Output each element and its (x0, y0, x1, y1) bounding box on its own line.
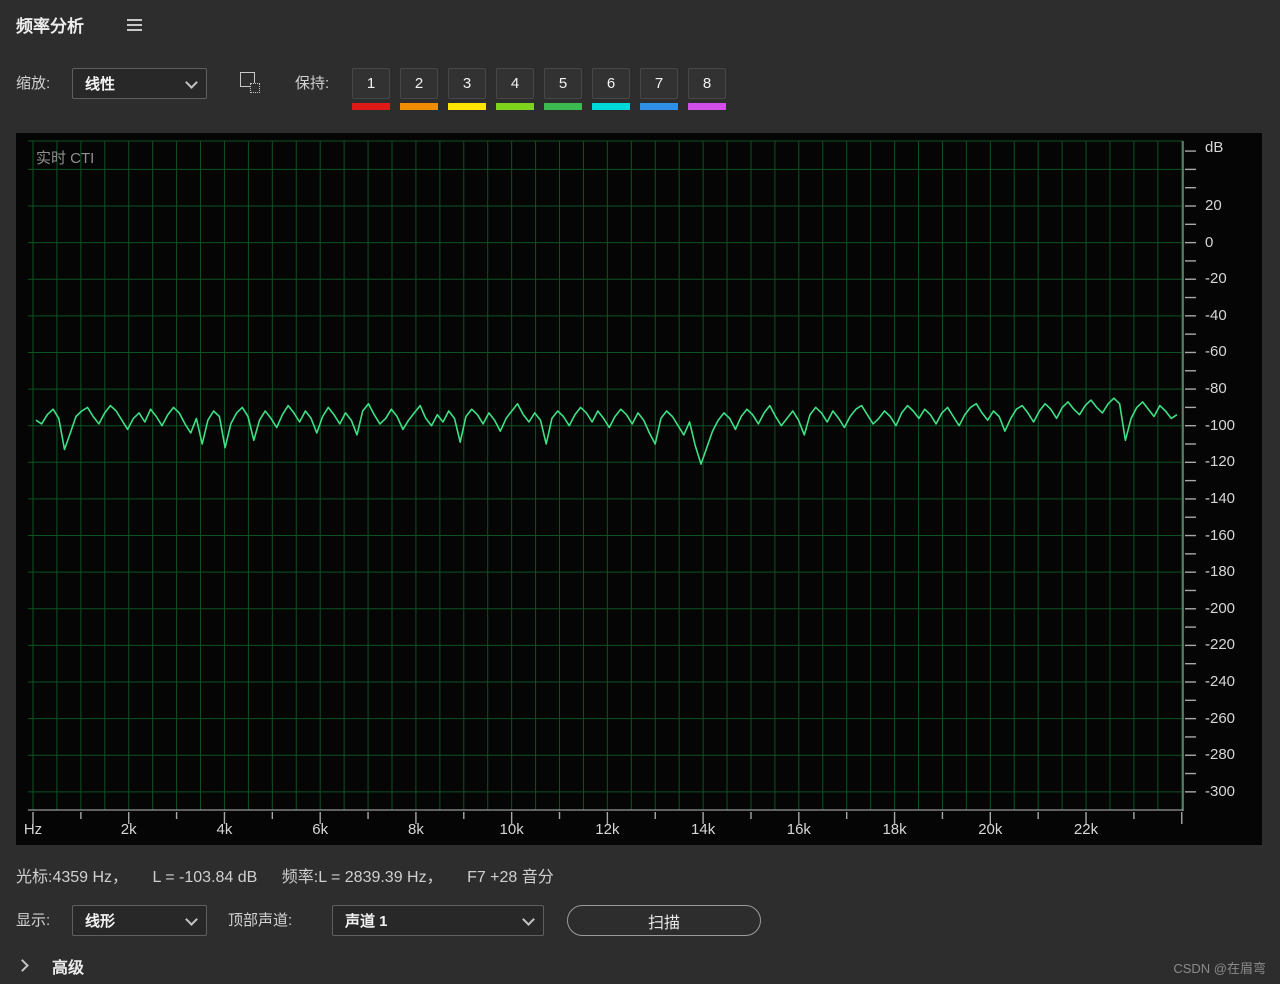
top-channel-label: 顶部声道: (228, 912, 293, 929)
spectrum-chart-svg[interactable] (16, 133, 1262, 845)
y-axis-label: dB (1205, 139, 1224, 156)
x-axis-label: 20k (978, 821, 1003, 838)
frequency-chart[interactable]: 实时 CTI dB 20 0 -20 -40 -60 -80 -100 -120 -140 -160… (16, 133, 1262, 845)
x-axis-label: 4k (216, 821, 233, 838)
scale-label: 缩放: (16, 75, 51, 92)
display-label: 显示: (16, 912, 51, 929)
y-axis-label: -180 (1205, 563, 1236, 581)
frequency-analysis-panel: 频率分析 缩放: 线性 保持: 1 2 3 4 5 6 7 8 实时 CTI d… (0, 0, 1280, 984)
y-axis-label: -40 (1205, 306, 1227, 324)
y-axis-label: -20 (1205, 270, 1227, 288)
scan-button-label: 扫描 (647, 914, 680, 932)
y-axis-label: -160 (1205, 526, 1236, 544)
scan-button[interactable]: 扫描 (567, 905, 761, 936)
hold-button-3[interactable]: 3 (448, 68, 486, 99)
frequency-readout: 频率:L = 2839.39 Hz， (281, 869, 443, 886)
hold-color-bar-5 (544, 103, 582, 110)
spectrum-trace (35, 397, 1178, 465)
y-axis-label: -280 (1205, 746, 1236, 764)
x-axis-label: 2k (120, 821, 137, 838)
top-channel-select-value: 声道 1 (345, 913, 388, 930)
chevron-right-icon (16, 959, 29, 972)
y-axis-label: 0 (1205, 233, 1214, 251)
page-title: 频率分析 (16, 17, 84, 36)
hold-color-bar-3 (448, 103, 486, 110)
hold-button-6[interactable]: 6 (592, 68, 630, 99)
chevron-down-icon (522, 912, 535, 926)
hold-button-8[interactable]: 8 (688, 68, 726, 99)
pitch-readout: F7 +28 音分 (467, 869, 554, 886)
hold-color-bar-2 (400, 103, 438, 110)
x-axis-label: Hz (23, 821, 43, 838)
display-select-value: 线形 (85, 913, 116, 930)
y-axis-label: -100 (1205, 416, 1236, 434)
hold-color-bar-4 (496, 103, 534, 110)
y-axis-label: -300 (1205, 782, 1236, 800)
realtime-cti-label: 实时 CTI (36, 150, 95, 167)
watermark: CSDN @在眉弯 (1173, 961, 1266, 976)
y-axis-label: 20 (1205, 197, 1222, 214)
chevron-down-icon (185, 912, 198, 926)
hold-button-4[interactable]: 4 (496, 68, 534, 99)
hold-color-bar-6 (592, 103, 630, 110)
hold-color-bar-8 (688, 103, 726, 110)
y-axis-label: -260 (1205, 709, 1236, 727)
cursor-readout: 光标:4359 Hz， (16, 869, 129, 886)
status-line: 光标:4359 Hz， L = -103.84 dB 频率:L = 2839.3… (16, 866, 574, 890)
level-readout: L = -103.84 dB (152, 869, 258, 886)
x-axis-label: 6k (312, 821, 329, 838)
y-axis-label: -200 (1205, 599, 1236, 617)
panel-menu-icon[interactable] (127, 19, 142, 31)
toolbar: 缩放: 线性 保持: 1 2 3 4 5 6 7 8 (0, 68, 1280, 112)
hold-color-bar-7 (640, 103, 678, 110)
x-axis-label: 10k (499, 821, 524, 838)
advanced-toggle[interactable]: 高级 (0, 952, 400, 980)
snapshot-icon[interactable] (238, 71, 262, 95)
x-axis-label: 12k (595, 821, 620, 838)
hold-color-bar-1 (352, 103, 390, 110)
top-channel-select[interactable]: 声道 1 (332, 905, 544, 936)
advanced-label: 高级 (52, 960, 85, 977)
y-axis-label: -240 (1205, 673, 1236, 690)
hold-label: 保持: (295, 75, 330, 92)
scale-select[interactable]: 线性 (72, 68, 207, 99)
y-axis-label: -120 (1205, 453, 1236, 471)
hold-button-1[interactable]: 1 (352, 68, 390, 99)
x-axis-label: 14k (691, 821, 716, 838)
snapshot-icon-front (250, 83, 260, 93)
x-axis-label: 8k (407, 821, 424, 838)
display-select[interactable]: 线形 (72, 905, 207, 936)
chevron-down-icon (185, 75, 198, 89)
x-axis-label: 16k (786, 821, 811, 838)
y-axis-label: -60 (1205, 343, 1227, 361)
x-axis-label: 22k (1073, 821, 1099, 838)
y-axis-label: -80 (1205, 380, 1227, 398)
hold-button-7[interactable]: 7 (640, 68, 678, 99)
x-axis-label: 18k (882, 821, 907, 838)
scale-select-value: 线性 (85, 76, 116, 93)
bottom-controls: 显示: 线形 顶部声道: 声道 1 扫描 (0, 905, 1280, 937)
y-axis-label: -140 (1205, 489, 1236, 507)
y-axis-label: -220 (1205, 636, 1236, 654)
hold-button-2[interactable]: 2 (400, 68, 438, 99)
hold-button-5[interactable]: 5 (544, 68, 582, 99)
